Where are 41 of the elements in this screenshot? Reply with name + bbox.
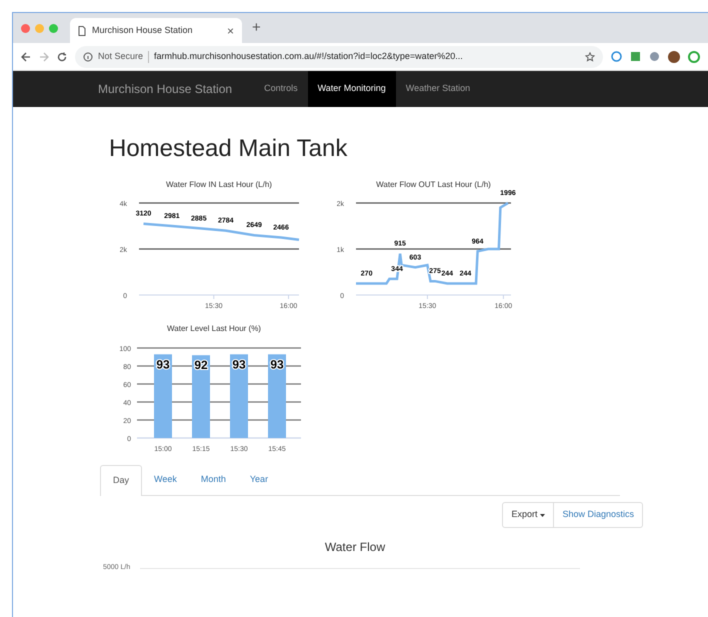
export-dropdown[interactable]: Export bbox=[502, 502, 554, 528]
security-label: Not Secure bbox=[98, 50, 144, 63]
page-heading: Homestead Main Tank bbox=[109, 137, 348, 161]
star-icon[interactable] bbox=[585, 52, 595, 62]
tick-mark bbox=[426, 294, 428, 300]
close-tab-button[interactable]: × bbox=[226, 22, 234, 40]
maximize-window-icon[interactable] bbox=[49, 24, 58, 32]
chart-title: Water Flow IN Last Hour (L/h) bbox=[166, 180, 272, 189]
period-tab[interactable]: Week bbox=[142, 464, 189, 495]
new-tab-button[interactable]: + bbox=[252, 16, 261, 39]
period-tab[interactable]: Year bbox=[238, 464, 280, 495]
browser-tab[interactable]: Murchison House Station × bbox=[70, 18, 242, 43]
tick-mark bbox=[213, 294, 214, 300]
caret-icon bbox=[540, 514, 546, 516]
period-tab[interactable]: Day bbox=[100, 465, 142, 496]
url-text: farmhub.murchisonhousestation.com.au/#!/station?id=loc2&type=water%20... bbox=[154, 50, 463, 63]
tick-mark bbox=[288, 294, 290, 300]
data-label: 93 bbox=[156, 357, 170, 372]
forward-icon[interactable] bbox=[39, 52, 49, 62]
nav-link[interactable]: Controls bbox=[254, 71, 308, 107]
chart-title: Water Flow OUT Last Hour (L/h) bbox=[376, 180, 491, 189]
data-label: 92 bbox=[194, 358, 208, 372]
close-window-icon[interactable] bbox=[21, 24, 30, 32]
reload-icon[interactable] bbox=[57, 52, 67, 62]
chart-title: Water Level Last Hour (%) bbox=[167, 324, 261, 333]
address-field[interactable]: Not Secure farmhub.murchisonhousestation.com.au/#!/station?id=loc2&type=water%20... bbox=[75, 46, 603, 68]
extension-icon[interactable] bbox=[688, 50, 700, 62]
document-icon bbox=[78, 26, 86, 36]
tick-mark bbox=[502, 294, 504, 300]
chart-title: Water Flow bbox=[324, 539, 386, 556]
data-label: 93 bbox=[232, 357, 246, 372]
nav-link[interactable]: Water Monitoring bbox=[308, 71, 396, 107]
info-icon bbox=[83, 52, 93, 62]
nav-link[interactable]: Weather Station bbox=[396, 71, 480, 107]
period-tab[interactable]: Month bbox=[188, 464, 238, 495]
tab-title: Murchison House Station bbox=[92, 24, 194, 37]
avatar-icon[interactable] bbox=[668, 50, 680, 62]
data-label: 93 bbox=[270, 357, 284, 372]
show-diagnostics-button[interactable]: Show Diagnostics bbox=[554, 502, 643, 528]
brand-link[interactable]: Murchison House Station bbox=[98, 80, 232, 98]
back-icon[interactable] bbox=[21, 52, 31, 62]
